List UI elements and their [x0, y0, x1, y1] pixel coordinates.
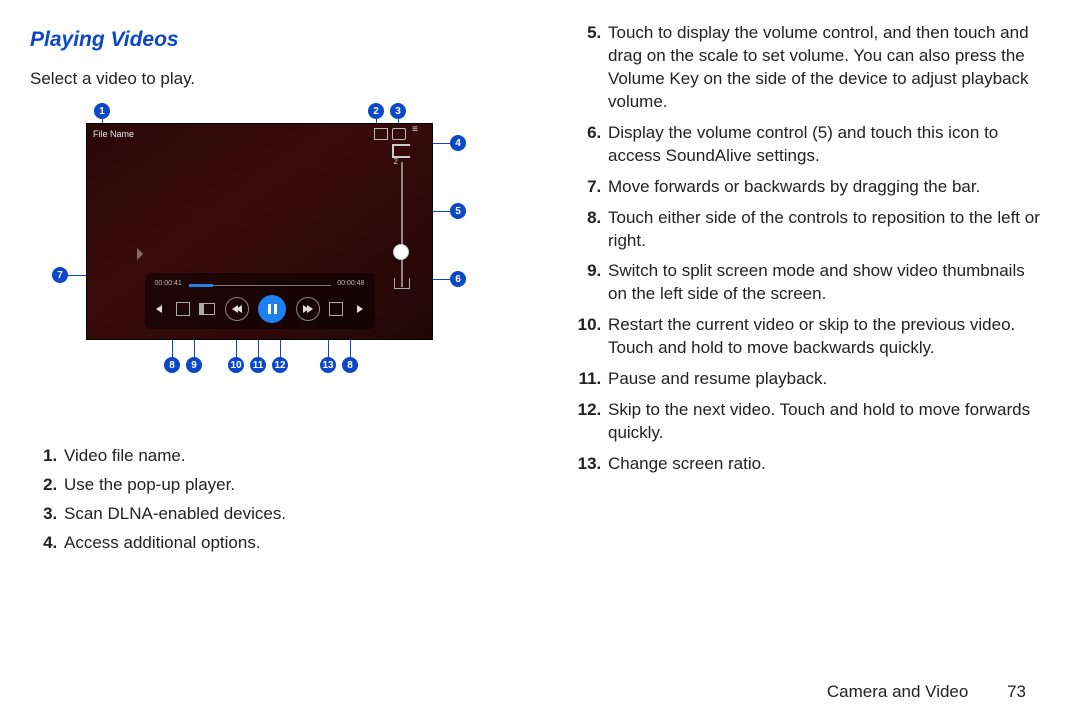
section-intro: Select a video to play. — [30, 68, 530, 91]
list-text: Use the pop-up player. — [64, 475, 235, 494]
lead — [432, 143, 450, 144]
callout-7: 7 — [52, 267, 68, 283]
chevron-icon[interactable] — [137, 239, 147, 269]
control-bar: 00:00:41 00:00:48 — [145, 273, 375, 329]
list-item: Access additional options. — [62, 532, 530, 555]
list-item: Video file name. — [62, 445, 530, 468]
menu-icon[interactable]: ≡ — [412, 128, 424, 138]
prev-icon[interactable] — [225, 297, 249, 321]
soundalive-icon[interactable] — [394, 278, 410, 289]
manual-page: Playing Videos Select a video to play. 1… — [0, 0, 1080, 720]
callout-10: 10 — [228, 357, 244, 373]
page-footer: Camera and Video 73 — [827, 681, 1026, 704]
callout-4: 4 — [450, 135, 466, 151]
lead — [432, 279, 450, 280]
total-time: 00:00:48 — [337, 279, 364, 288]
callout-8a: 8 — [164, 357, 180, 373]
ratio-icon[interactable] — [176, 302, 190, 316]
lead — [236, 339, 237, 357]
grip-icon[interactable] — [151, 301, 167, 317]
right-list: Touch to display the volume control, and… — [568, 22, 1040, 476]
lead — [194, 339, 195, 357]
seek-fill — [189, 284, 213, 287]
list-item: Touch to display the volume control, and… — [606, 22, 1040, 114]
ratio-icon-2[interactable] — [329, 302, 343, 316]
lead — [172, 339, 173, 357]
video-player-screenshot: File Name ≡ 2 00:00:41 00:00:48 — [86, 123, 433, 340]
list-text: Scan DLNA-enabled devices. — [64, 504, 286, 523]
callout-1: 1 — [94, 103, 110, 119]
list-item: Skip to the next video. Touch and hold t… — [606, 399, 1040, 445]
list-item: Pause and resume playback. — [606, 368, 1040, 391]
list-text: Display the volume control (5) and touch… — [608, 123, 998, 165]
list-text: Touch either side of the controls to rep… — [608, 208, 1040, 250]
figure-wrap: 1 2 3 4 5 6 7 8 9 10 11 12 13 8 — [36, 105, 456, 425]
callout-13: 13 — [320, 357, 336, 373]
list-text: Switch to split screen mode and show vid… — [608, 261, 1025, 303]
left-list: Video file name. Use the pop-up player. … — [34, 445, 530, 555]
list-item: Use the pop-up player. — [62, 474, 530, 497]
callout-8b: 8 — [342, 357, 358, 373]
list-text: Touch to display the volume control, and… — [608, 23, 1029, 111]
left-column: Playing Videos Select a video to play. 1… — [30, 22, 530, 561]
callout-9: 9 — [186, 357, 202, 373]
control-buttons — [151, 295, 369, 323]
callout-12: 12 — [272, 357, 288, 373]
volume-slider[interactable] — [401, 162, 403, 287]
list-text: Change screen ratio. — [608, 454, 766, 473]
section-title: Playing Videos — [30, 26, 530, 54]
pause-icon[interactable] — [258, 295, 286, 323]
list-item: Switch to split screen mode and show vid… — [606, 260, 1040, 306]
volume-knob[interactable] — [393, 244, 409, 260]
video-filename: File Name — [93, 128, 134, 140]
callout-3: 3 — [390, 103, 406, 119]
list-item: Display the volume control (5) and touch… — [606, 122, 1040, 168]
lead — [68, 275, 88, 276]
lead — [280, 339, 281, 357]
list-text: Skip to the next video. Touch and hold t… — [608, 400, 1030, 442]
list-text: Access additional options. — [64, 533, 261, 552]
seek-bar[interactable]: 00:00:41 00:00:48 — [155, 279, 365, 291]
callout-5: 5 — [450, 203, 466, 219]
list-item: Move forwards or backwards by dragging t… — [606, 176, 1040, 199]
list-item: Scan DLNA-enabled devices. — [62, 503, 530, 526]
list-item: Touch either side of the controls to rep… — [606, 207, 1040, 253]
page-number: 73 — [1007, 682, 1026, 701]
next-icon[interactable] — [296, 297, 320, 321]
dlna-icon[interactable] — [392, 128, 406, 140]
list-item: Restart the current video or skip to the… — [606, 314, 1040, 360]
volume-value: 2 — [394, 157, 398, 168]
chapter-name: Camera and Video — [827, 682, 968, 701]
list-text: Restart the current video or skip to the… — [608, 315, 1015, 357]
grip-icon-2[interactable] — [352, 301, 368, 317]
lead — [258, 339, 259, 357]
callout-2: 2 — [368, 103, 384, 119]
lead — [328, 339, 329, 357]
lead — [432, 211, 450, 212]
elapsed-time: 00:00:41 — [155, 279, 182, 288]
columns: Playing Videos Select a video to play. 1… — [30, 22, 1040, 561]
list-text: Move forwards or backwards by dragging t… — [608, 177, 980, 196]
list-item: Change screen ratio. — [606, 453, 1040, 476]
popup-icon[interactable] — [374, 128, 388, 140]
callout-11: 11 — [250, 357, 266, 373]
volume-icon[interactable] — [392, 144, 410, 158]
callout-6: 6 — [450, 271, 466, 287]
right-column: Touch to display the volume control, and… — [564, 22, 1040, 561]
list-text: Video file name. — [64, 446, 186, 465]
split-icon[interactable] — [199, 303, 215, 315]
list-text: Pause and resume playback. — [608, 369, 827, 388]
lead — [350, 339, 351, 357]
